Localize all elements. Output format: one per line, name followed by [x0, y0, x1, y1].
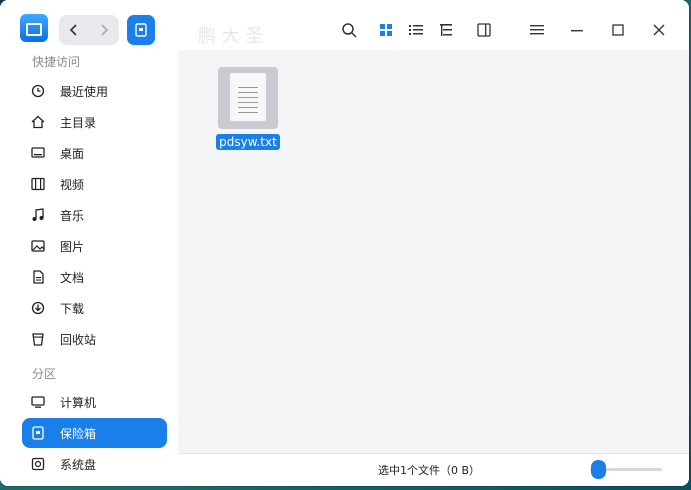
list-view-button[interactable]: [406, 20, 426, 40]
minimize-button[interactable]: [567, 20, 587, 40]
tree-view-icon: [440, 24, 452, 36]
close-button[interactable]: [649, 20, 669, 40]
maximize-icon: [612, 24, 624, 36]
sidebar-item-pictures[interactable]: 图片: [22, 231, 167, 261]
sidebar-item-label: 桌面: [60, 146, 85, 161]
list-view-icon: [409, 25, 423, 35]
search-icon: [342, 23, 357, 38]
selection-status: 选中1个文件（0 B）: [378, 464, 481, 477]
music-icon: [30, 207, 46, 223]
sidebar-item-documents[interactable]: 文档: [22, 262, 167, 292]
sidebar-item-trash[interactable]: 回收站: [22, 324, 167, 354]
sidebar-item-system-disk[interactable]: 系统盘: [22, 449, 167, 479]
sidebar-item-label: 计算机: [60, 395, 97, 410]
video-icon: [30, 176, 46, 192]
sidebar-item-downloads[interactable]: 下载: [22, 293, 167, 323]
maximize-button[interactable]: [608, 20, 628, 40]
file-name[interactable]: pdsyw.txt: [216, 134, 280, 150]
chevron-right-icon: [101, 24, 109, 36]
sidebar-item-computer[interactable]: 计算机: [22, 387, 167, 417]
trash-icon: [30, 331, 46, 347]
file-view: pdsyw.txt 鹏 大 圣: [178, 26, 689, 453]
partition-title: 分区: [32, 367, 57, 381]
home-icon: [30, 114, 46, 130]
menu-icon: [530, 25, 544, 35]
sidebar: 快捷访问 最近使用 主目录 桌面 视频 音乐 图片 文档 下载 回收站 分区 计…: [0, 50, 178, 486]
disk-icon: [30, 456, 46, 472]
sidebar-item-vault[interactable]: 保险箱: [22, 418, 167, 448]
vault-icon: [135, 23, 147, 37]
text-file-icon: [218, 67, 278, 129]
tree-view-button[interactable]: [436, 20, 456, 40]
download-icon: [30, 300, 46, 316]
forward-button[interactable]: [89, 15, 119, 45]
back-button[interactable]: [59, 15, 89, 45]
sidebar-item-label: 最近使用: [60, 84, 109, 99]
status-bar: 选中1个文件（0 B）: [178, 453, 689, 486]
computer-icon: [30, 394, 46, 410]
sidebar-item-music[interactable]: 音乐: [22, 200, 167, 230]
sidebar-item-label: 音乐: [60, 208, 85, 223]
sidebar-item-label: 回收站: [60, 332, 97, 347]
vault-icon: [30, 425, 46, 441]
sidebar-item-label: 保险箱: [60, 426, 97, 441]
chevron-left-icon: [69, 24, 77, 36]
icon-view-button[interactable]: [376, 20, 396, 40]
location-vault-button[interactable]: [127, 15, 155, 45]
main-menu-button[interactable]: [527, 20, 547, 40]
sidebar-item-label: 视频: [60, 177, 85, 192]
minimize-icon: [571, 30, 583, 32]
sidebar-item-desktop[interactable]: 桌面: [22, 138, 167, 168]
sidebar-item-label: 系统盘: [60, 457, 97, 472]
sidebar-item-label: 主目录: [60, 115, 97, 130]
sidebar-item-label: 图片: [60, 239, 85, 254]
file-item[interactable]: pdsyw.txt: [215, 67, 281, 150]
clock-icon: [30, 83, 46, 99]
sidebar-item-label: 下载: [60, 301, 85, 316]
sidebar-item-label: 文档: [60, 270, 85, 285]
sidebar-item-recent[interactable]: 最近使用: [22, 76, 167, 106]
sidebar-item-videos[interactable]: 视频: [22, 169, 167, 199]
zoom-slider-handle[interactable]: [591, 460, 606, 479]
titlebar: [0, 0, 689, 50]
quick-access-title: 快捷访问: [32, 55, 81, 69]
detail-pane-button[interactable]: [474, 20, 494, 40]
sidebar-item-home[interactable]: 主目录: [22, 107, 167, 137]
grid-view-icon: [380, 24, 392, 36]
close-icon: [653, 24, 665, 36]
file-manager-window: 快捷访问 最近使用 主目录 桌面 视频 音乐 图片 文档 下载 回收站 分区 计…: [0, 0, 689, 486]
navigation-group: [59, 15, 119, 45]
desktop-icon: [30, 145, 46, 161]
app-logo-icon: [20, 14, 48, 42]
document-icon: [30, 269, 46, 285]
image-icon: [30, 238, 46, 254]
split-pane-icon: [477, 23, 491, 37]
search-button[interactable]: [339, 20, 359, 40]
